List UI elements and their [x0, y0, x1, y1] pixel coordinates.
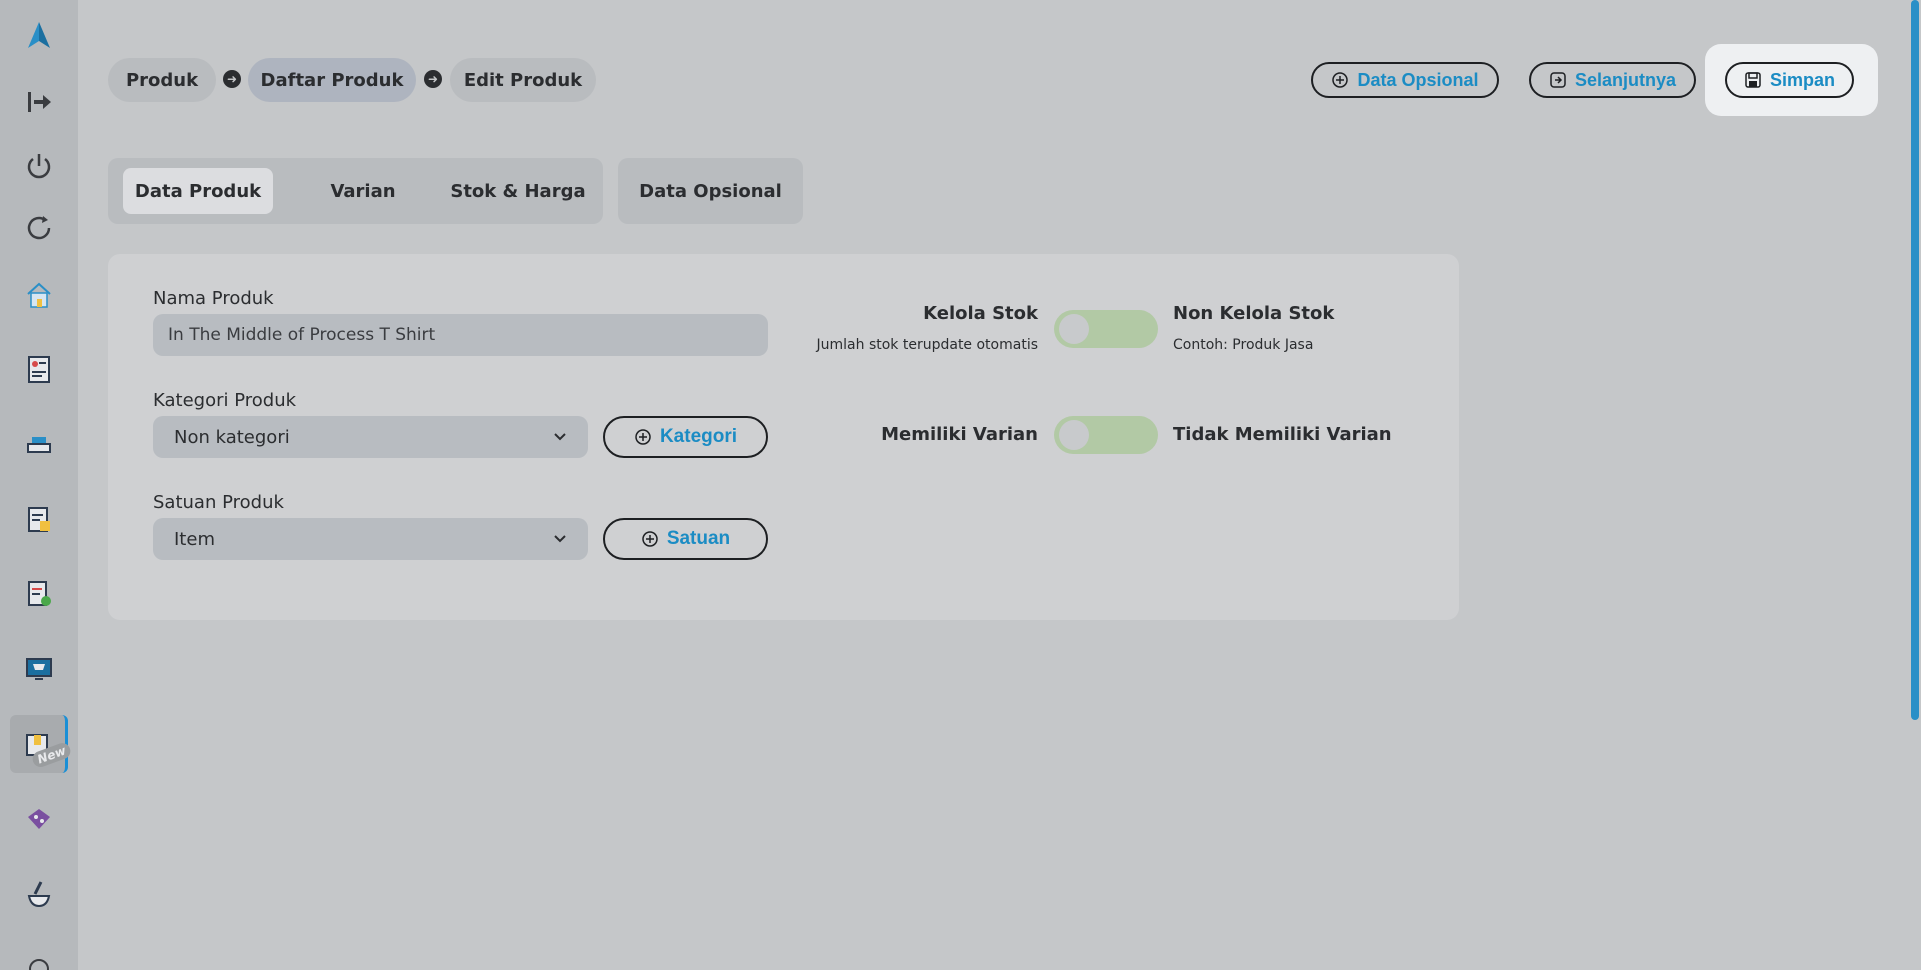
category-value: Non kategori [174, 426, 290, 448]
more-icon[interactable] [10, 940, 68, 970]
tab-group-main: Data Produk Varian Stok & Harga [108, 158, 603, 224]
product-name-input[interactable]: In The Middle of Process T Shirt [153, 314, 768, 356]
breadcrumb-produk[interactable]: Produk [108, 58, 216, 102]
arrow-right-icon: ➜ [424, 70, 442, 88]
vertical-scrollbar[interactable] [1911, 0, 1919, 720]
plus-circle-icon [642, 531, 658, 547]
arrow-square-icon [1550, 72, 1566, 88]
add-unit-label: Satuan [666, 528, 731, 549]
clipboard-icon[interactable] [10, 490, 68, 548]
save-button[interactable]: Simpan [1725, 62, 1854, 98]
discount-tag-icon[interactable] [10, 790, 68, 848]
refresh-icon[interactable] [10, 199, 68, 257]
tab-data-opsional[interactable]: Data Opsional [628, 168, 793, 214]
tab-varian[interactable]: Varian [303, 168, 423, 214]
home-icon[interactable] [10, 266, 68, 324]
mortar-icon[interactable] [10, 865, 68, 923]
monitor-cart-icon[interactable] [10, 640, 68, 698]
toggle-knob [1059, 420, 1089, 450]
next-button[interactable]: Selanjutnya [1529, 62, 1696, 98]
logo-icon[interactable] [10, 6, 68, 64]
manage-stock-label: Kelola Stok [923, 303, 1038, 324]
add-category-label: Kategori [659, 426, 738, 447]
non-manage-stock-label: Non Kelola Stok [1173, 303, 1335, 324]
optional-data-label: Data Opsional [1357, 69, 1479, 90]
unit-value: Item [174, 528, 215, 550]
category-select[interactable]: Non kategori [153, 416, 588, 458]
tab-group-optional: Data Opsional [618, 158, 803, 224]
toggle-knob [1059, 314, 1089, 344]
product-name-label: Nama Produk [153, 288, 274, 309]
logout-icon[interactable] [10, 73, 68, 131]
variant-toggle[interactable] [1054, 416, 1158, 454]
floppy-disk-icon [1745, 72, 1761, 88]
category-label: Kategori Produk [153, 390, 297, 411]
non-manage-stock-sub: Contoh: Produk Jasa [1173, 337, 1314, 353]
sidebar: New [0, 0, 78, 970]
breadcrumb-edit-produk: Edit Produk [450, 58, 596, 102]
add-unit-button[interactable]: Satuan [603, 518, 768, 560]
breadcrumb-daftar-produk[interactable]: Daftar Produk [248, 58, 416, 102]
unit-select[interactable]: Item [153, 518, 588, 560]
no-variant-label: Tidak Memiliki Varian [1173, 424, 1392, 445]
add-category-button[interactable]: Kategori [603, 416, 768, 458]
invoice-icon[interactable] [10, 565, 68, 623]
arrow-right-icon: ➜ [223, 70, 241, 88]
next-label: Selanjutnya [1574, 69, 1677, 90]
stock-toggle[interactable] [1054, 310, 1158, 348]
product-box-icon[interactable]: New [10, 715, 73, 773]
has-variant-label: Memiliki Varian [881, 424, 1038, 445]
manage-stock-sub: Jumlah stok terupdate otomatis [816, 337, 1038, 353]
save-label: Simpan [1769, 69, 1835, 90]
report-icon[interactable] [10, 340, 68, 398]
tab-data-produk[interactable]: Data Produk [123, 168, 273, 214]
plus-circle-icon [1332, 72, 1349, 88]
optional-data-button[interactable]: Data Opsional [1311, 62, 1499, 98]
chevron-down-icon [554, 433, 566, 441]
cashier-icon[interactable] [10, 415, 68, 473]
plus-circle-icon [635, 429, 651, 445]
tab-stok-harga[interactable]: Stok & Harga [443, 168, 593, 214]
power-icon[interactable] [10, 137, 68, 195]
unit-label: Satuan Produk [153, 492, 284, 513]
chevron-down-icon [554, 535, 566, 543]
